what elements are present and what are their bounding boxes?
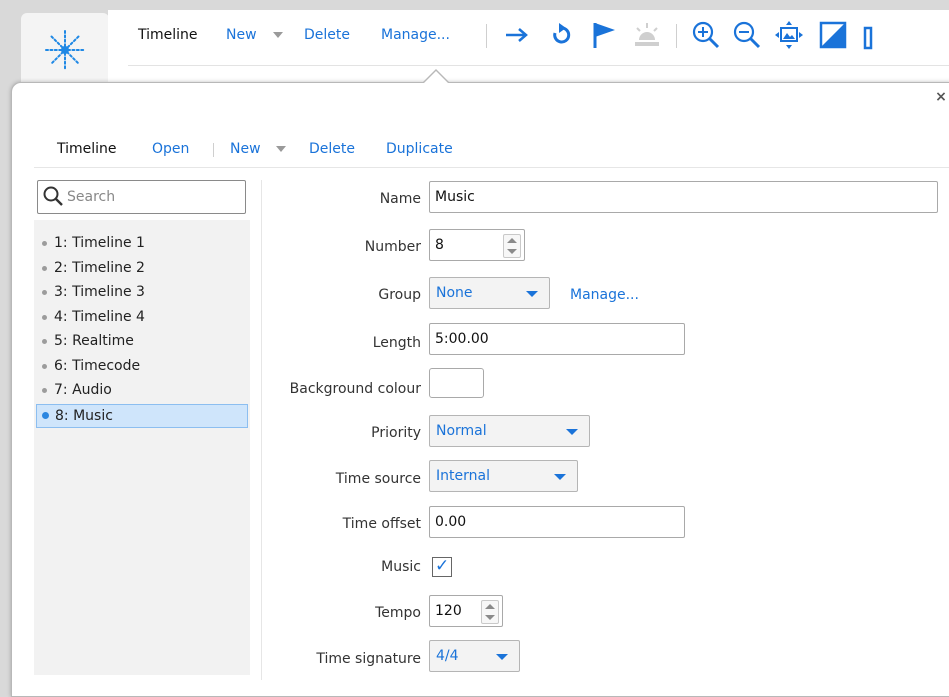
length-field[interactable]: 5:00.00 — [429, 323, 685, 355]
search-icon — [43, 186, 63, 206]
checkmark-icon: ✓ — [435, 556, 450, 576]
time-signature-label: Time signature — [316, 651, 421, 667]
timeline-list-item[interactable]: 6: Timecode — [36, 355, 248, 380]
panel-toolbar-title: Timeline — [57, 141, 117, 157]
timeline-list-item-label: 4: Timeline 4 — [54, 308, 145, 325]
chevron-down-icon — [526, 291, 538, 297]
zoom-out-icon[interactable] — [732, 20, 762, 50]
sunrise-icon — [635, 23, 659, 46]
new-dropdown-icon[interactable] — [276, 146, 286, 152]
bullet-icon — [42, 314, 47, 320]
timeline-list-item[interactable]: 1: Timeline 1 — [36, 232, 248, 257]
timeline-list-item[interactable]: 3: Timeline 3 — [36, 281, 248, 306]
timeline-list-item-label: 3: Timeline 3 — [54, 284, 145, 300]
number-stepper[interactable]: 8 — [429, 229, 525, 261]
group-manage-link[interactable]: Manage... — [570, 285, 639, 305]
tempo-spin-icon[interactable] — [481, 600, 499, 624]
timeline-list: 1: Timeline 1 2: Timeline 2 3: Timeline … — [36, 232, 248, 428]
number-spin-icon[interactable] — [503, 234, 521, 258]
panel-toolbar-separator — [213, 143, 214, 157]
time-source-select[interactable]: Internal — [429, 460, 578, 492]
delete-button[interactable]: Delete — [309, 139, 355, 159]
time-signature-select-value: 4/4 — [436, 648, 459, 664]
loop-icon[interactable] — [546, 20, 576, 50]
toolbar-new-dropdown-icon[interactable] — [273, 32, 283, 38]
priority-select-value: Normal — [436, 423, 487, 439]
tempo-value: 120 — [435, 603, 462, 619]
timeline-list-item[interactable]: 4: Timeline 4 — [36, 306, 248, 331]
group-select[interactable]: None — [429, 277, 550, 309]
timeline-list-item-label: 5: Realtime — [54, 333, 134, 349]
group-select-value: None — [436, 285, 473, 301]
priority-select[interactable]: Normal — [429, 415, 590, 447]
chevron-down-icon — [566, 429, 578, 435]
timeline-list-item-label: 7: Audio — [54, 382, 112, 398]
toolbar-delete-button[interactable]: Delete — [304, 25, 350, 45]
number-value: 8 — [435, 237, 444, 253]
timeline-list-item[interactable]: 7: Audio — [36, 379, 248, 404]
toolbar-title: Timeline — [138, 27, 198, 43]
toolbar-new-button[interactable]: New — [226, 25, 257, 45]
name-label: Name — [379, 191, 421, 207]
bullet-icon — [42, 265, 47, 271]
toolbar-divider — [128, 65, 949, 66]
panel-toolbar-divider — [34, 167, 949, 168]
background-colour-label: Background colour — [289, 381, 421, 397]
go-arrow-icon[interactable] — [502, 20, 532, 50]
search-box — [37, 180, 246, 214]
bullet-icon — [42, 411, 49, 419]
bullet-icon — [42, 339, 47, 344]
bullet-icon — [42, 241, 47, 246]
timeline-list-item[interactable]: 2: Timeline 2 — [36, 257, 248, 282]
search-input[interactable] — [67, 187, 237, 207]
timeline-list-item-label: 8: Music — [55, 407, 113, 424]
timeline-list-item-label: 1: Timeline 1 — [54, 235, 145, 251]
time-source-select-value: Internal — [436, 468, 490, 484]
overflow-icon[interactable] — [860, 20, 890, 50]
time-offset-label: Time offset — [342, 516, 421, 532]
bullet-icon — [42, 290, 47, 295]
fit-image-icon[interactable] — [774, 20, 804, 50]
chevron-down-icon — [554, 474, 566, 480]
bullet-icon — [42, 388, 47, 393]
time-source-label: Time source — [335, 471, 421, 487]
toolbar-manage-button[interactable]: Manage... — [381, 25, 450, 45]
panel-toolbar: Timeline Open New Delete Duplicate — [12, 135, 912, 161]
background-colour-swatch[interactable] — [429, 368, 484, 398]
group-label: Group — [378, 287, 421, 303]
timeline-list-item-label: 6: Timecode — [54, 357, 141, 374]
time-offset-field[interactable]: 0.00 — [429, 506, 685, 538]
toolbar-separator — [676, 24, 677, 48]
close-icon[interactable]: × — [934, 89, 948, 105]
duplicate-button[interactable]: Duplicate — [386, 139, 453, 159]
contrast-icon[interactable] — [818, 20, 848, 50]
timeline-list-item-selected[interactable]: 8: Music — [36, 403, 248, 428]
app-logo — [21, 13, 109, 93]
time-signature-select[interactable]: 4/4 — [429, 640, 520, 672]
music-label: Music — [381, 559, 421, 575]
music-checkbox[interactable]: ✓ — [432, 556, 452, 577]
priority-label: Priority — [371, 425, 421, 441]
toolbar-separator — [486, 24, 487, 48]
tempo-stepper[interactable]: 120 — [429, 595, 503, 627]
new-button[interactable]: New — [230, 139, 261, 159]
timeline-list-item[interactable]: 5: Realtime — [36, 330, 248, 355]
panel-pointer-fill — [423, 71, 449, 84]
starburst-logo-icon — [45, 30, 85, 70]
tempo-label: Tempo — [375, 605, 421, 621]
timeline-list-item-label: 2: Timeline 2 — [54, 259, 145, 276]
open-button[interactable]: Open — [152, 139, 189, 159]
list-divider — [261, 180, 262, 680]
timeline-manager-panel: × Timeline Open New Delete Duplicate 1: … — [11, 69, 949, 697]
name-field[interactable]: Music — [429, 181, 938, 213]
number-label: Number — [364, 239, 421, 255]
bullet-icon — [42, 363, 47, 369]
length-label: Length — [372, 335, 421, 351]
zoom-in-icon[interactable] — [691, 20, 721, 50]
chevron-down-icon — [496, 654, 508, 660]
flag-icon[interactable] — [588, 20, 618, 50]
